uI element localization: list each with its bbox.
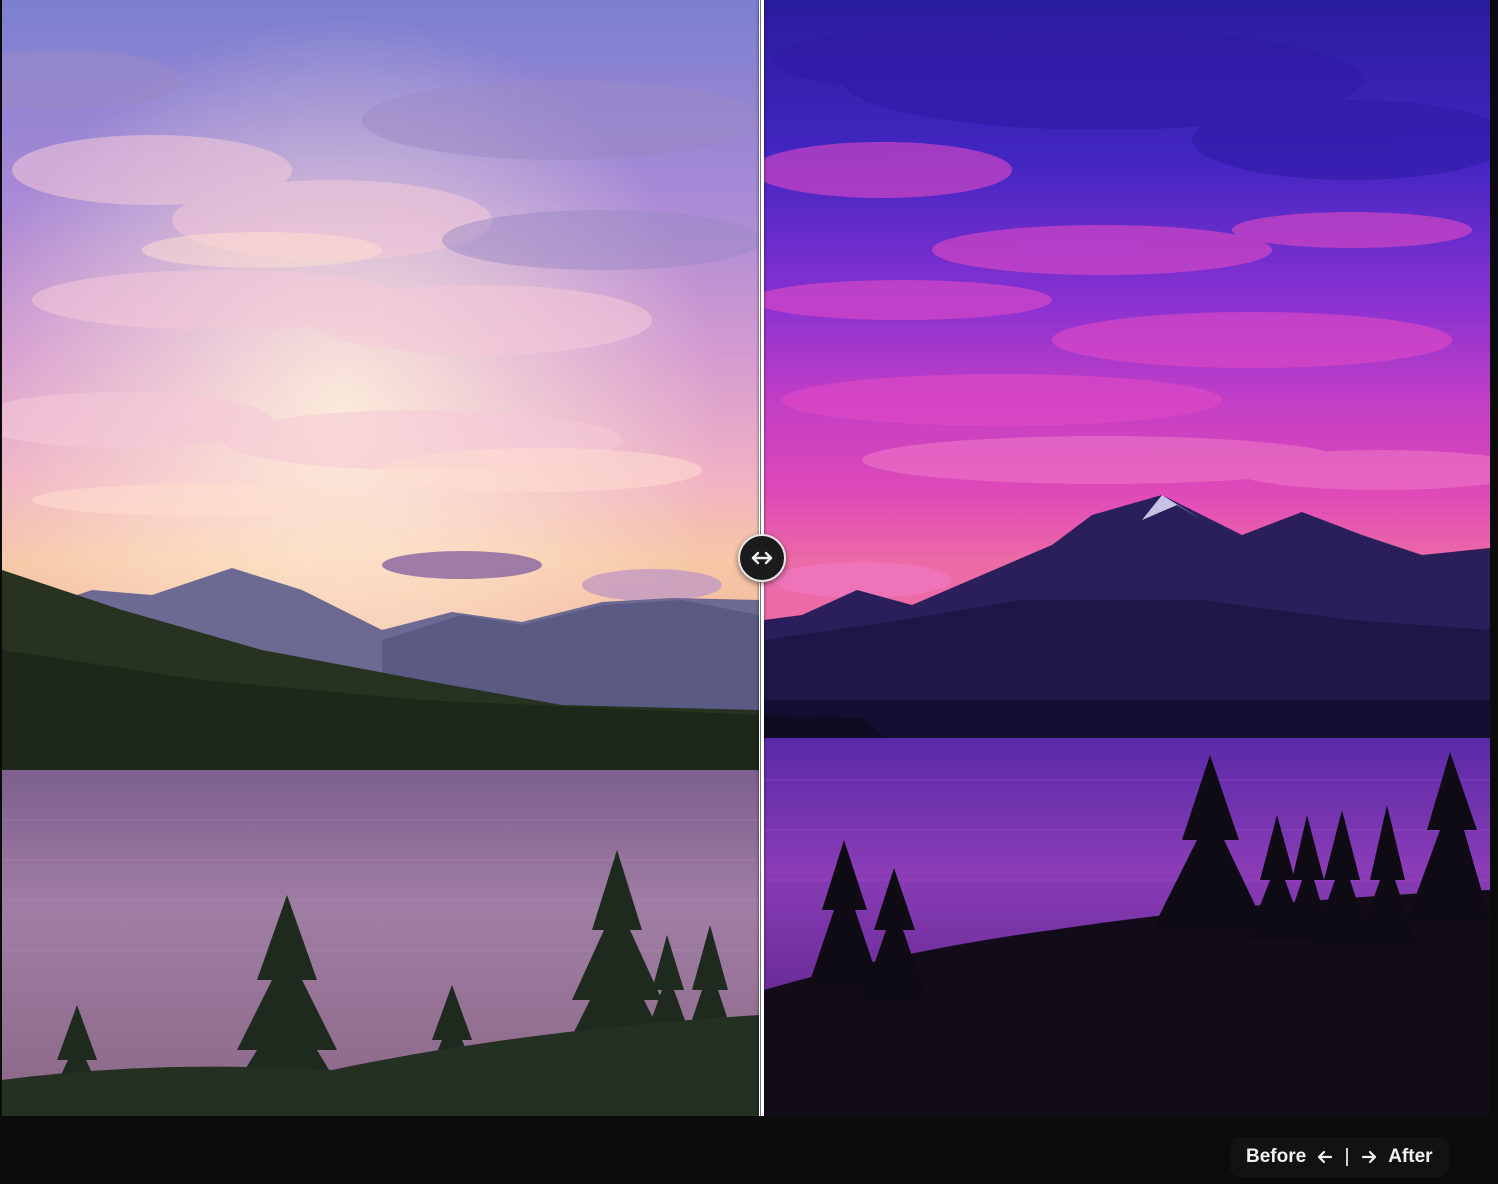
arrow-right-icon xyxy=(1362,1150,1377,1164)
compare-slider-handle[interactable] xyxy=(738,534,786,582)
left-right-arrows-icon xyxy=(751,551,773,565)
after-image xyxy=(764,0,1490,1116)
legend-separator xyxy=(1346,1148,1349,1166)
after-label: After xyxy=(1388,1146,1433,1167)
before-image xyxy=(2,0,759,1116)
before-label: Before xyxy=(1246,1146,1307,1167)
image-compare-viewer[interactable] xyxy=(2,0,1490,1116)
arrow-left-icon xyxy=(1318,1150,1333,1164)
before-after-legend: Before After xyxy=(1230,1137,1449,1177)
